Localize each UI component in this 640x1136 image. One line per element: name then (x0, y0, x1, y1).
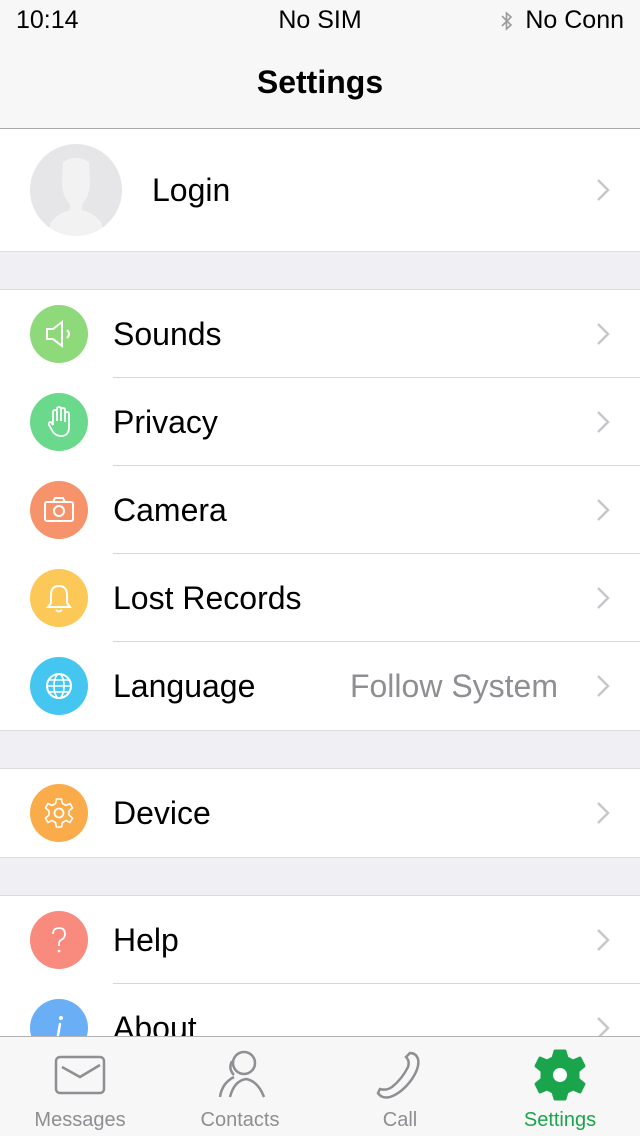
tab-settings-label: Settings (523, 1109, 597, 1131)
tab-call-label: Call (382, 1109, 418, 1131)
row-about[interactable]: About (0, 984, 640, 1036)
chevron-right-icon (597, 499, 610, 521)
camera-icon (44, 497, 74, 522)
status-connection: No Conn (525, 6, 624, 34)
status-bar: 10:14 No SIM No Conn (0, 0, 640, 40)
row-camera[interactable]: Camera (0, 466, 640, 554)
help-label: Help (113, 921, 179, 958)
sounds-icon-bg (30, 305, 88, 363)
about-icon-bg (30, 999, 88, 1036)
chevron-right-icon (597, 323, 610, 345)
gear-icon (44, 798, 74, 828)
row-device[interactable]: Device (0, 769, 640, 857)
row-help[interactable]: Help (0, 896, 640, 984)
camera-icon-bg (30, 481, 88, 539)
chevron-right-icon (597, 587, 610, 609)
chevron-right-icon (597, 1017, 610, 1036)
hand-icon (47, 406, 70, 437)
row-lost-records[interactable]: Lost Records (0, 554, 640, 642)
tab-messages[interactable]: Messages (0, 1037, 160, 1136)
bell-icon (46, 584, 72, 613)
gear-icon (534, 1049, 586, 1101)
privacy-label: Privacy (113, 403, 218, 440)
tab-messages-label: Messages (34, 1109, 126, 1131)
login-label: Login (152, 171, 231, 208)
tab-settings[interactable]: Settings (480, 1037, 640, 1136)
row-language[interactable]: Language Follow System (0, 642, 640, 730)
login-group: Login (0, 129, 640, 252)
device-label: Device (113, 794, 211, 831)
device-group: Device (0, 768, 640, 858)
sounds-label: Sounds (113, 315, 222, 352)
tab-contacts[interactable]: Contacts (160, 1037, 320, 1136)
device-icon-bg (30, 784, 88, 842)
nav-bar: Settings (0, 40, 640, 129)
chevron-right-icon (597, 929, 610, 951)
tab-bar: Messages Contacts Call Settings (0, 1036, 640, 1136)
person-placeholder-icon (50, 158, 102, 236)
lost-records-label: Lost Records (113, 579, 302, 616)
contacts-icon (218, 1050, 266, 1098)
help-icon-bg (30, 911, 88, 969)
chevron-right-icon (597, 179, 610, 201)
envelope-icon (54, 1055, 106, 1095)
language-label: Language (113, 667, 256, 704)
about-label: About (113, 1009, 197, 1037)
tab-call[interactable]: Call (320, 1037, 480, 1136)
general-group: Sounds Privacy Camera Lost Records Langu… (0, 289, 640, 731)
status-right: No Conn (499, 6, 624, 35)
language-icon-bg (30, 657, 88, 715)
question-icon (52, 927, 66, 953)
info-icon (56, 1016, 63, 1036)
globe-icon (46, 673, 72, 699)
chevron-right-icon (597, 675, 610, 697)
avatar (30, 144, 122, 236)
bluetooth-icon (501, 10, 513, 31)
login-row[interactable]: Login (0, 129, 640, 251)
camera-label: Camera (113, 491, 227, 528)
privacy-icon-bg (30, 393, 88, 451)
phone-icon (376, 1051, 420, 1099)
lost-records-icon-bg (30, 569, 88, 627)
tab-contacts-label: Contacts (200, 1109, 280, 1131)
speaker-icon (46, 319, 70, 349)
chevron-right-icon (597, 411, 610, 433)
row-privacy[interactable]: Privacy (0, 378, 640, 466)
help-group: Help About (0, 895, 640, 1036)
page-title: Settings (256, 64, 384, 100)
language-value: Follow System (349, 667, 558, 704)
settings-list: Login Sounds Privacy Camera Lost Records… (0, 129, 640, 1036)
row-sounds[interactable]: Sounds (0, 290, 640, 378)
chevron-right-icon (597, 802, 610, 824)
